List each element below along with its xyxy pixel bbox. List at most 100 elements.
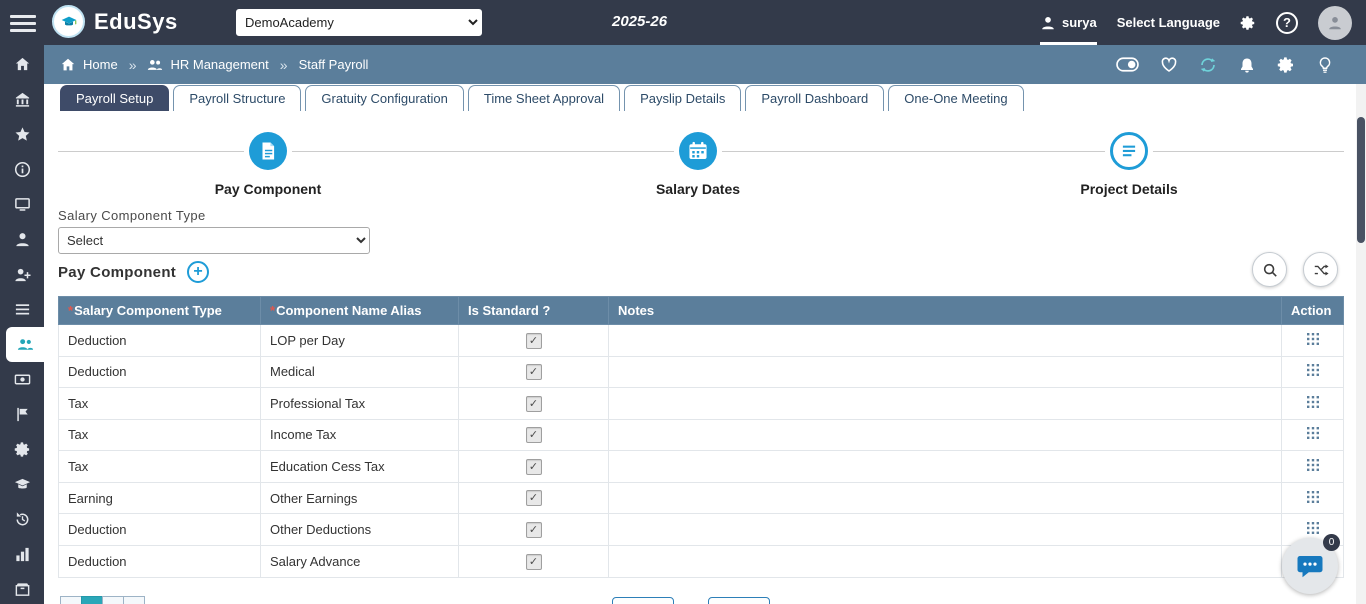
salary-component-type-label: Salary Component Type: [58, 208, 206, 223]
sidebar-item-favorites[interactable]: [0, 117, 44, 152]
chat-widget-button[interactable]: 0: [1282, 538, 1338, 594]
cell-action: [1282, 451, 1344, 483]
breadcrumb-home[interactable]: Home: [60, 57, 118, 73]
is-standard-checkbox[interactable]: ✓: [526, 333, 542, 349]
sidebar-item-admissions[interactable]: [0, 257, 44, 292]
box-icon: [14, 581, 31, 598]
sidebar-item-about[interactable]: [0, 152, 44, 187]
add-pay-component-button[interactable]: +: [187, 261, 209, 283]
breadcrumb-hr-management[interactable]: HR Management: [147, 57, 268, 73]
idea-bulb-icon[interactable]: [1316, 56, 1334, 74]
is-standard-checkbox[interactable]: ✓: [526, 554, 542, 570]
home-icon: [60, 57, 76, 73]
settings-gear-icon[interactable]: [1240, 15, 1256, 31]
favorite-heart-icon[interactable]: [1160, 56, 1178, 74]
sidebar-item-history[interactable]: [0, 502, 44, 537]
cell-is-standard: ✓: [459, 419, 609, 451]
shuffle-button[interactable]: [1303, 252, 1338, 287]
cell-is-standard: ✓: [459, 325, 609, 357]
row-drag-grid-icon[interactable]: [1307, 427, 1319, 439]
sidebar-item-flags[interactable]: [0, 397, 44, 432]
bank-icon: [14, 91, 31, 108]
users-icon: [17, 336, 34, 353]
help-icon[interactable]: ?: [1276, 12, 1298, 34]
academy-select[interactable]: DemoAcademy: [236, 9, 482, 36]
cell-action: [1282, 388, 1344, 420]
row-drag-grid-icon[interactable]: [1307, 491, 1319, 503]
row-drag-grid-icon[interactable]: [1307, 333, 1319, 345]
breadcrumb-actions: [1116, 56, 1350, 74]
is-standard-checkbox[interactable]: ✓: [526, 427, 542, 443]
document-icon: [249, 132, 287, 170]
table-row: TaxEducation Cess Tax✓: [59, 451, 1344, 483]
is-standard-checkbox[interactable]: ✓: [526, 459, 542, 475]
cell-component-alias: Income Tax: [261, 419, 459, 451]
cell-component-alias: Medical: [261, 356, 459, 388]
row-drag-grid-icon[interactable]: [1307, 522, 1319, 534]
tab-gratuity-configuration[interactable]: Gratuity Configuration: [305, 85, 463, 111]
cell-is-standard: ✓: [459, 356, 609, 388]
user-menu[interactable]: surya: [1040, 0, 1097, 45]
breadcrumb-separator: »: [280, 57, 288, 73]
pager-current-page[interactable]: [81, 596, 103, 604]
row-drag-grid-icon[interactable]: [1307, 396, 1319, 408]
sidebar-item-finance[interactable]: [0, 362, 44, 397]
tab-one-one-meeting[interactable]: One-One Meeting: [888, 85, 1023, 111]
is-standard-checkbox[interactable]: ✓: [526, 490, 542, 506]
search-button[interactable]: [1252, 252, 1287, 287]
select-language-link[interactable]: Select Language: [1117, 15, 1220, 30]
is-standard-checkbox[interactable]: ✓: [526, 396, 542, 412]
sidebar-item-hr-management[interactable]: [6, 327, 44, 362]
pager-next-button[interactable]: [102, 596, 124, 604]
sidebar-item-settings[interactable]: [0, 432, 44, 467]
flag-icon: [14, 406, 31, 423]
step-salary-dates[interactable]: Salary Dates: [583, 114, 813, 197]
sidebar-item-inventory[interactable]: [0, 572, 44, 604]
footer-button[interactable]: [708, 597, 770, 604]
header-notes: Notes: [609, 297, 1282, 325]
step-project-details[interactable]: Project Details: [1014, 114, 1244, 197]
cell-component-alias: Salary Advance: [261, 545, 459, 577]
scrollbar-thumb[interactable]: [1357, 117, 1365, 243]
hamburger-menu-icon[interactable]: [10, 11, 36, 36]
vertical-scrollbar[interactable]: [1356, 84, 1366, 604]
sidebar-item-academics[interactable]: [0, 467, 44, 502]
pager-first-button[interactable]: [60, 596, 82, 604]
table-row: DeductionLOP per Day✓: [59, 325, 1344, 357]
avatar[interactable]: [1318, 6, 1352, 40]
sidebar-item-lists[interactable]: [0, 292, 44, 327]
top-bar: EduSys DemoAcademy 2025-26 surya Select …: [0, 0, 1366, 45]
tab-payroll-dashboard[interactable]: Payroll Dashboard: [745, 85, 884, 111]
pager-last-button[interactable]: [123, 596, 145, 604]
sidebar-item-home[interactable]: [0, 47, 44, 82]
cell-notes: [609, 388, 1282, 420]
is-standard-checkbox[interactable]: ✓: [526, 364, 542, 380]
refresh-icon[interactable]: [1199, 56, 1217, 74]
tab-payroll-structure[interactable]: Payroll Structure: [173, 85, 301, 111]
sidebar-item-profile[interactable]: [0, 222, 44, 257]
is-standard-checkbox[interactable]: ✓: [526, 522, 542, 538]
table-row: TaxIncome Tax✓: [59, 419, 1344, 451]
salary-component-type-select[interactable]: Select: [58, 227, 370, 254]
breadcrumb-bar: Home » HR Management » Staff Payroll: [44, 45, 1366, 84]
header-is-standard: Is Standard ?: [459, 297, 609, 325]
page-settings-gear-icon[interactable]: [1277, 56, 1295, 74]
sidebar-item-institution[interactable]: [0, 82, 44, 117]
step-pay-component[interactable]: Pay Component: [153, 114, 383, 197]
chat-unread-badge: 0: [1323, 534, 1340, 551]
row-drag-grid-icon[interactable]: [1307, 364, 1319, 376]
cell-is-standard: ✓: [459, 514, 609, 546]
cell-component-type: Deduction: [59, 545, 261, 577]
cell-component-alias: Professional Tax: [261, 388, 459, 420]
app-window: EduSys DemoAcademy 2025-26 surya Select …: [0, 0, 1366, 604]
table-row: DeductionSalary Advance ✓: [59, 545, 1344, 577]
tab-payroll-setup[interactable]: Payroll Setup: [60, 85, 169, 111]
sidebar-item-analytics[interactable]: [0, 537, 44, 572]
theme-toggle-icon[interactable]: [1116, 57, 1139, 72]
tab-time-sheet-approval[interactable]: Time Sheet Approval: [468, 85, 620, 111]
footer-button[interactable]: [612, 597, 674, 604]
notifications-bell-icon[interactable]: [1238, 56, 1256, 74]
tab-payslip-details[interactable]: Payslip Details: [624, 85, 741, 111]
row-drag-grid-icon[interactable]: [1307, 459, 1319, 471]
sidebar-item-kiosk[interactable]: [0, 187, 44, 222]
